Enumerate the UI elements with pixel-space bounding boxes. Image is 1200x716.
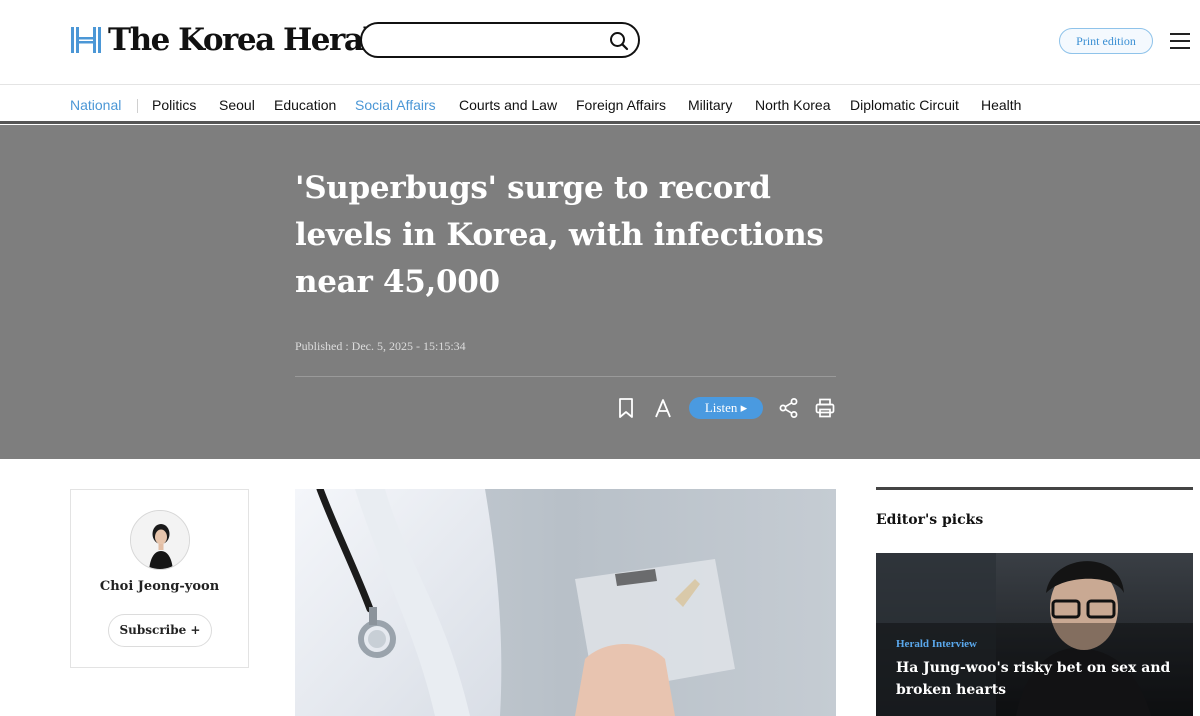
font-size-icon[interactable] <box>652 397 674 419</box>
author-avatar[interactable] <box>130 510 190 570</box>
search-box <box>360 22 640 58</box>
editors-picks-title: Editor's picks <box>876 512 984 528</box>
article-headline: 'Superbugs' surge to record levels in Ko… <box>295 170 824 300</box>
site-header: The Korea Herald Print edition <box>0 0 1200 84</box>
editors-pick-card[interactable]: Herald Interview Ha Jung-woo's risky bet… <box>876 553 1193 716</box>
nav-item-social-affairs[interactable]: Social Affairs <box>355 97 436 113</box>
nav-item-education[interactable]: Education <box>274 97 336 113</box>
search-input[interactable] <box>376 30 606 50</box>
logo-wordmark: The Korea Herald <box>108 22 394 58</box>
herald-logo-icon <box>71 27 101 53</box>
editors-pick-category[interactable]: Herald Interview <box>896 638 977 650</box>
search-icon[interactable] <box>608 30 630 52</box>
nav-item-courts-and-law[interactable]: Courts and Law <box>459 97 557 113</box>
editors-pick-title[interactable]: Ha Jung-woo's risky bet on sex and broke… <box>896 657 1181 701</box>
subscribe-button[interactable]: Subscribe + <box>108 614 212 647</box>
share-icon[interactable] <box>778 397 800 419</box>
print-icon[interactable] <box>814 397 836 419</box>
article-main-image <box>295 489 836 716</box>
listen-button[interactable]: Listen ▸ <box>689 397 763 419</box>
nav-item-military[interactable]: Military <box>688 97 732 113</box>
nav-item-foreign-affairs[interactable]: Foreign Affairs <box>576 97 666 113</box>
nav-item-seoul[interactable]: Seoul <box>219 97 255 113</box>
bookmark-icon[interactable] <box>615 397 637 419</box>
author-card: Choi Jeong-yoon Subscribe + <box>70 489 249 668</box>
doctor-stethoscope-photo <box>295 489 836 716</box>
print-edition-button[interactable]: Print edition <box>1059 28 1153 54</box>
hero-divider <box>295 376 836 377</box>
author-name[interactable]: Choi Jeong-yoon <box>71 579 248 594</box>
hamburger-menu-icon[interactable] <box>1168 30 1192 52</box>
editors-picks-divider <box>876 487 1193 490</box>
nav-item-health[interactable]: Health <box>981 97 1021 113</box>
section-nav: National Politics Seoul Education Social… <box>0 84 1200 124</box>
author-photo <box>131 511 189 569</box>
nav-item-national[interactable]: National <box>70 97 121 113</box>
published-date: Published : Dec. 5, 2025 - 15:15:34 <box>295 339 466 353</box>
article-hero: 'Superbugs' surge to record levels in Ko… <box>0 125 1200 459</box>
nav-item-north-korea[interactable]: North Korea <box>755 97 830 113</box>
nav-item-diplomatic-circuit[interactable]: Diplomatic Circuit <box>850 97 959 113</box>
nav-divider <box>137 99 138 113</box>
site-logo[interactable]: The Korea Herald <box>70 22 394 58</box>
nav-item-politics[interactable]: Politics <box>152 97 196 113</box>
